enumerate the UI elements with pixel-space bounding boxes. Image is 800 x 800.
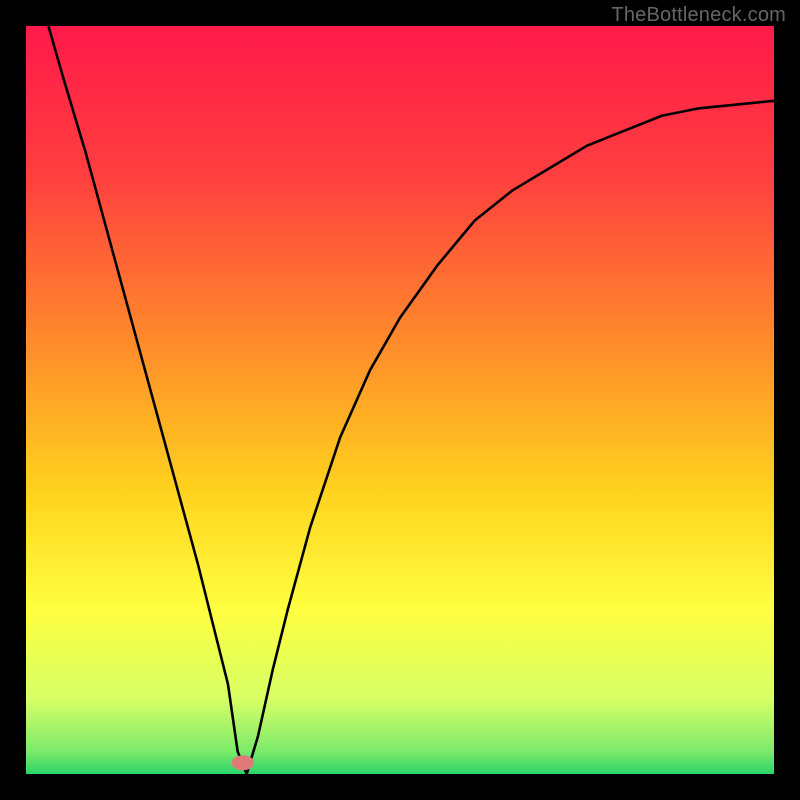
chart-frame: TheBottleneck.com (0, 0, 800, 800)
marker-group (232, 755, 254, 770)
gradient-background (26, 26, 774, 774)
min-marker (232, 755, 254, 770)
chart-svg (26, 26, 774, 774)
site-watermark: TheBottleneck.com (611, 4, 786, 27)
plot-area (26, 26, 774, 774)
